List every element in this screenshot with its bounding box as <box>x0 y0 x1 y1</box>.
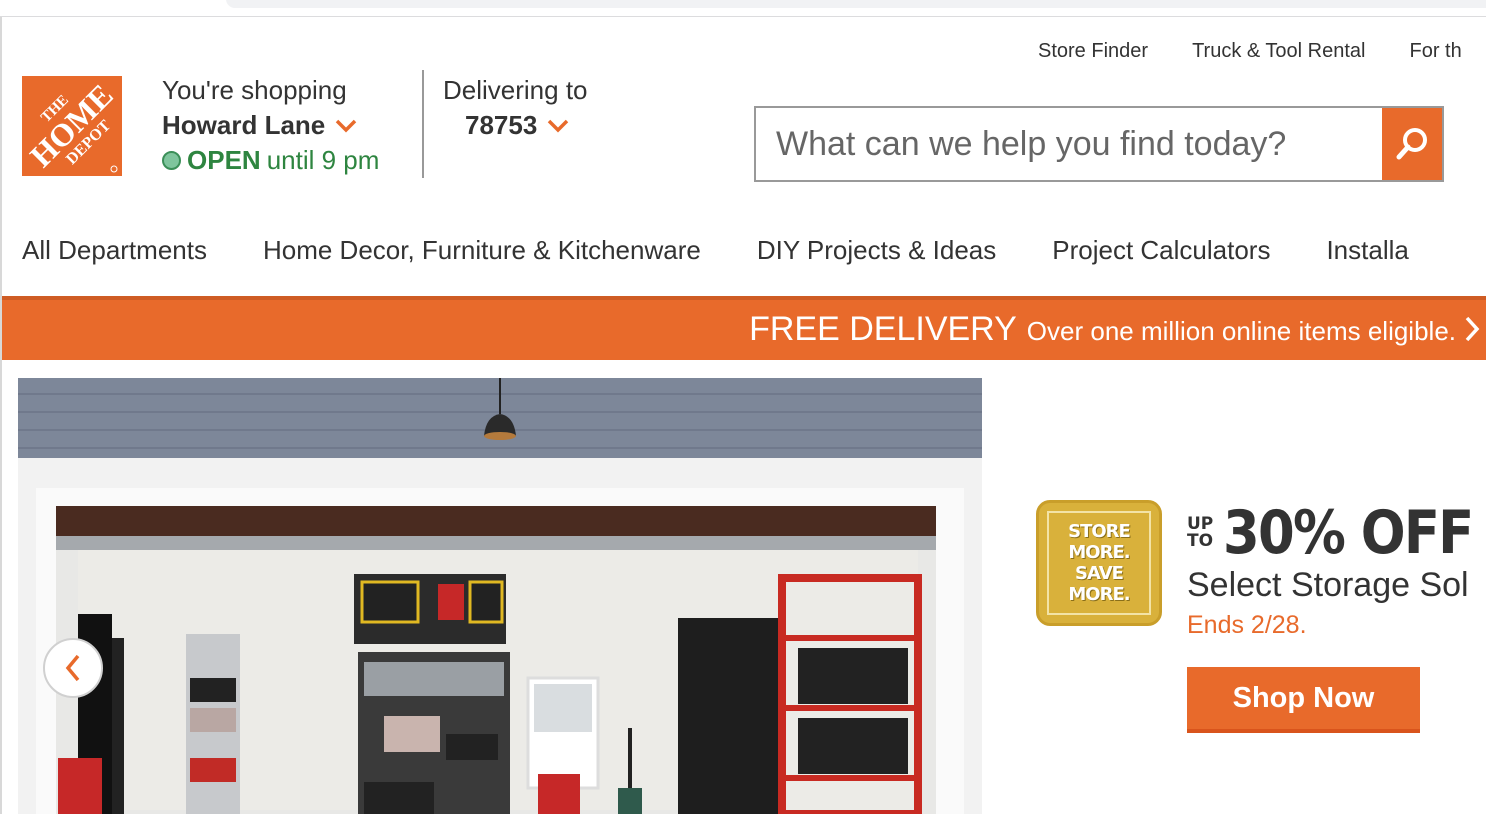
search-input[interactable] <box>756 108 1382 180</box>
main-nav: All Departments Home Decor, Furniture & … <box>22 235 1409 266</box>
badge-line: MORE. <box>1068 584 1130 605</box>
carousel-prev-button[interactable] <box>43 638 103 698</box>
chevron-down-icon <box>336 119 357 132</box>
browser-top-strip <box>0 0 1486 17</box>
badge-line: STORE <box>1068 521 1131 542</box>
up-to-label: UP TO <box>1187 516 1213 550</box>
free-delivery-headline: FREE DELIVERY <box>749 310 1017 348</box>
store-selector: You're shopping Howard Lane OPEN until 9… <box>162 73 379 178</box>
store-more-save-more-badge: STORE MORE. SAVE MORE. <box>1036 500 1162 626</box>
open-status-dot-icon <box>162 151 181 170</box>
to-label: TO <box>1187 531 1214 551</box>
search-icon <box>1396 128 1427 160</box>
nav-diy-projects[interactable]: DIY Projects & Ideas <box>757 235 996 266</box>
store-name-dropdown[interactable]: Howard Lane <box>162 108 379 143</box>
delivery-zip-dropdown[interactable]: 78753 <box>465 108 588 143</box>
nav-installation[interactable]: Installa <box>1326 235 1408 266</box>
util-link-store-finder[interactable]: Store Finder <box>1038 40 1148 63</box>
chevron-down-icon <box>548 119 569 132</box>
util-link-truck-tool-rental[interactable]: Truck & Tool Rental <box>1192 40 1365 63</box>
free-delivery-link[interactable]: FREE DELIVERY Over one million online it… <box>749 310 1480 349</box>
address-bar-edge <box>226 0 1486 8</box>
free-delivery-banner[interactable]: FREE DELIVERY Over one million online it… <box>2 296 1486 360</box>
offer-end-date: Ends 2/28. <box>1187 611 1307 639</box>
home-depot-logo[interactable]: THE HOME DEPOT <box>22 76 122 176</box>
garage-illustration <box>18 378 982 814</box>
delivery-selector: Delivering to 78753 <box>443 73 588 143</box>
search-button[interactable] <box>1382 108 1442 180</box>
offer-description: Select Storage Sol <box>1187 566 1469 604</box>
free-delivery-subtext: Over one million online items eligible. <box>1026 316 1456 346</box>
store-status: OPEN until 9 pm <box>162 143 379 178</box>
search-bar <box>754 106 1444 182</box>
open-label: OPEN <box>187 145 261 175</box>
chevron-right-icon <box>1465 316 1480 342</box>
store-name: Howard Lane <box>162 110 326 140</box>
nav-project-calculators[interactable]: Project Calculators <box>1052 235 1270 266</box>
chevron-left-icon <box>65 654 80 682</box>
utility-nav: Store Finder Truck & Tool Rental For th <box>1038 40 1462 63</box>
header-divider <box>422 70 424 178</box>
nav-home-decor[interactable]: Home Decor, Furniture & Kitchenware <box>263 235 701 266</box>
open-hours: until 9 pm <box>266 145 380 175</box>
nav-all-departments[interactable]: All Departments <box>22 235 207 266</box>
delivery-label: Delivering to <box>443 75 588 105</box>
logo-icon: THE HOME DEPOT <box>22 76 122 176</box>
badge-line: SAVE <box>1075 563 1124 584</box>
shop-now-button[interactable]: Shop Now <box>1187 667 1420 733</box>
discount-percent: 30% OFF <box>1223 498 1474 568</box>
util-link-for-the-pro[interactable]: For th <box>1409 40 1461 63</box>
delivery-zip: 78753 <box>465 110 538 140</box>
badge-inner: STORE MORE. SAVE MORE. <box>1047 511 1151 615</box>
store-label: You're shopping <box>162 75 347 105</box>
offer-headline: UP TO 30% OFF <box>1187 500 1486 566</box>
hero-image-garage[interactable] <box>18 378 982 814</box>
badge-line: MORE. <box>1068 542 1130 563</box>
window-edge <box>0 17 2 814</box>
offer-details: UP TO 30% OFF Select Storage Sol Ends 2/… <box>1187 500 1486 640</box>
